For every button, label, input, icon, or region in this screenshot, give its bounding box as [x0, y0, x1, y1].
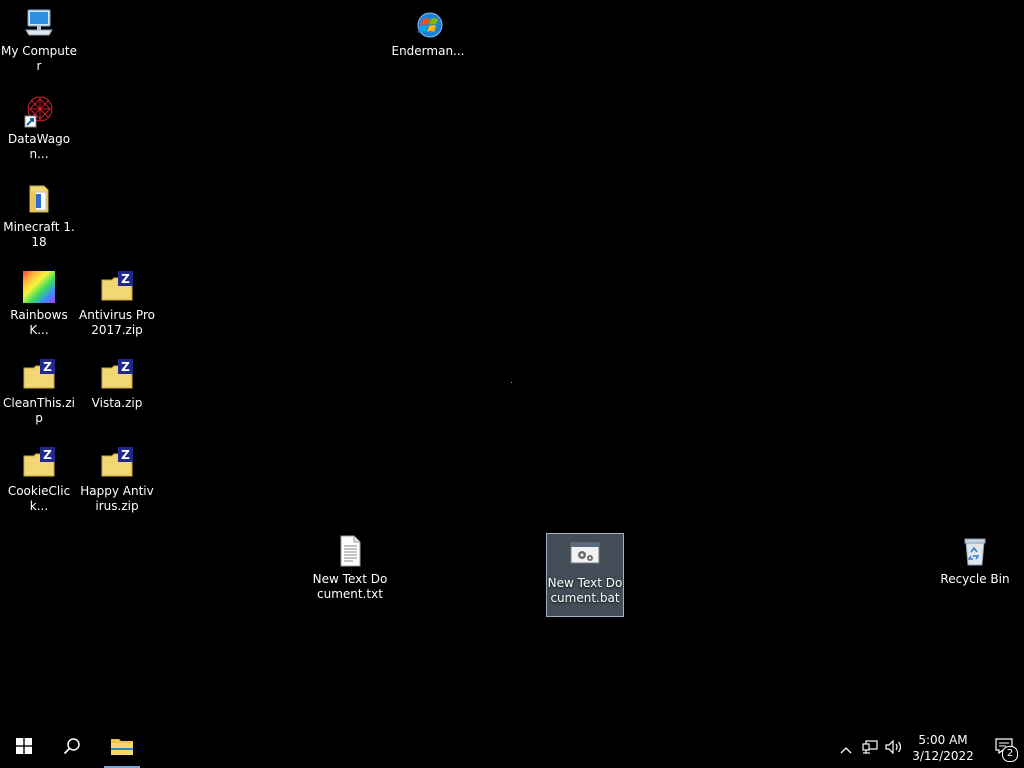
desktop-icon-label: Minecraft 1.18: [3, 220, 75, 249]
desktop-icon-vista[interactable]: Z Vista.zip: [79, 354, 155, 411]
file-explorer-icon: [110, 736, 134, 760]
file-explorer-taskbar-button[interactable]: [102, 728, 142, 768]
system-tray: 5:00 AM 3/12/2022 2: [834, 728, 1024, 768]
show-hidden-icons-button[interactable]: [834, 728, 858, 768]
volume-button[interactable]: [882, 728, 906, 768]
desktop-icon-new-text-txt[interactable]: New Text Document.txt: [312, 530, 388, 602]
desktop-icon-label: Happy Antivirus.zip: [80, 484, 154, 513]
notification-count-badge: 2: [1002, 746, 1018, 762]
network-button[interactable]: [858, 728, 882, 768]
action-center-button[interactable]: 2: [984, 728, 1024, 768]
desktop-icon-label: My Computer: [1, 44, 77, 73]
desktop-icon-label: Vista.zip: [91, 396, 143, 410]
windows-logo-globe-icon: [411, 6, 445, 40]
svg-text:Z: Z: [43, 448, 52, 462]
desktop-icon-happy-antivirus[interactable]: Z Happy Antivirus.zip: [79, 442, 155, 514]
folder-icon: [22, 182, 56, 216]
volume-icon: [885, 739, 903, 758]
search-button[interactable]: [48, 728, 96, 768]
network-icon: [862, 739, 878, 758]
svg-text:Z: Z: [121, 448, 130, 462]
desktop-icon-my-computer[interactable]: My Computer: [1, 2, 77, 74]
desktop-icon-label: Antivirus Pro 2017.zip: [79, 308, 155, 337]
desktop-icon-minecraft[interactable]: Minecraft 1.18: [1, 178, 77, 250]
svg-text:Z: Z: [121, 360, 130, 374]
chevron-up-icon: [840, 739, 852, 758]
taskbar: 5:00 AM 3/12/2022 2: [0, 728, 1024, 768]
svg-text:Z: Z: [121, 272, 130, 286]
datawagon-shortcut-icon: [22, 94, 56, 128]
windows-start-icon: [16, 738, 32, 758]
desktop[interactable]: My Computer Enderman... DataWagon... Min…: [0, 0, 1024, 728]
desktop-icon-label: Enderman...: [391, 44, 465, 58]
taskbar-clock[interactable]: 5:00 AM 3/12/2022: [910, 728, 976, 768]
desktop-icon-label: RainbowsK...: [10, 308, 68, 337]
desktop-icon-enderman[interactable]: Enderman...: [390, 2, 466, 59]
desktop-icon-label: DataWagon...: [7, 132, 71, 161]
start-button[interactable]: [0, 728, 48, 768]
zip-folder-icon: Z: [100, 446, 134, 480]
desktop-icon-recycle-bin[interactable]: Recycle Bin: [937, 530, 1013, 587]
clock-time: 5:00 AM: [918, 733, 968, 747]
desktop-icon-label: CleanThis.zip: [2, 396, 76, 425]
zip-folder-icon: Z: [100, 270, 134, 304]
recycle-bin-icon: [958, 534, 992, 568]
rainbow-image-icon: [22, 270, 56, 304]
zip-folder-icon: Z: [100, 358, 134, 392]
desktop-icon-label: Recycle Bin: [940, 572, 1010, 586]
desktop-icon-datawagon[interactable]: DataWagon...: [1, 90, 77, 162]
desktop-icon-cookieclick[interactable]: Z CookieClick...: [1, 442, 77, 514]
desktop-icon-label: CookieClick...: [7, 484, 71, 513]
desktop-icon-label: New Text Document.bat: [547, 576, 623, 605]
desktop-icon-rainbows[interactable]: RainbowsK...: [1, 266, 77, 338]
clock-date: 3/12/2022: [912, 749, 974, 763]
search-icon: [63, 737, 81, 759]
zip-folder-icon: Z: [22, 358, 56, 392]
zip-folder-icon: Z: [22, 446, 56, 480]
desktop-icon-new-text-bat[interactable]: New Text Document.bat: [546, 533, 624, 617]
svg-text:Z: Z: [43, 360, 52, 374]
desktop-icon-label: New Text Document.txt: [312, 572, 388, 601]
batch-file-icon: [568, 538, 602, 572]
desktop-icon-cleanthis[interactable]: Z CleanThis.zip: [1, 354, 77, 426]
desktop-pixel-artifact: [511, 382, 512, 383]
computer-icon: [22, 6, 56, 40]
desktop-icon-antivirus-pro[interactable]: Z Antivirus Pro 2017.zip: [79, 266, 155, 338]
text-document-icon: [333, 534, 367, 568]
